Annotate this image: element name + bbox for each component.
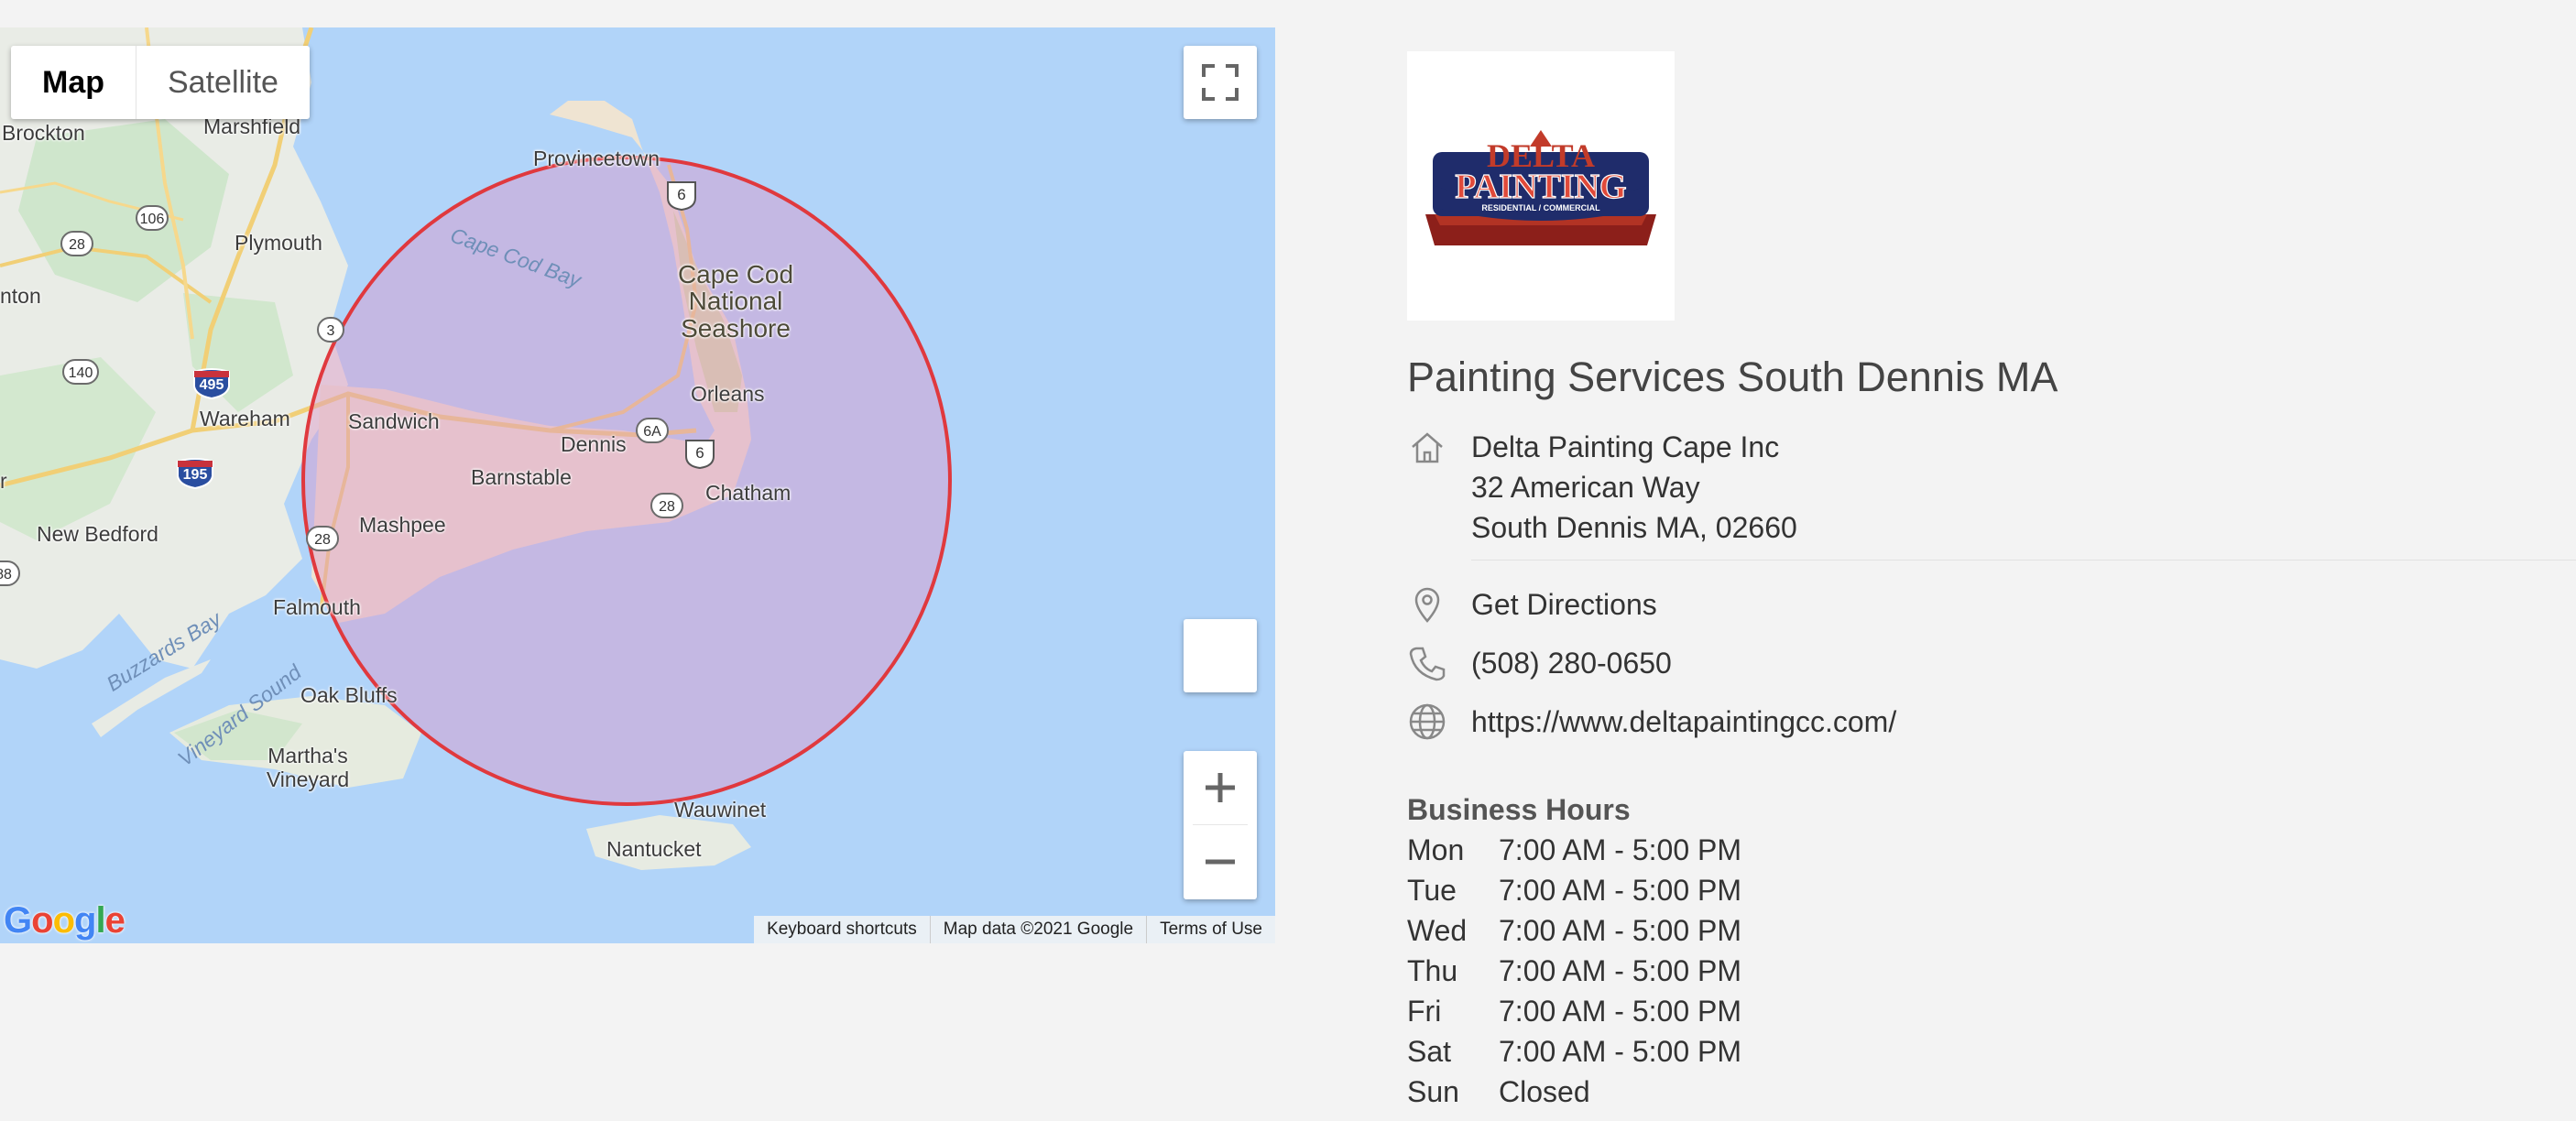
business-hours-title: Business Hours: [1407, 793, 1631, 826]
map-label-marthas-vineyard: Martha's Vineyard: [266, 744, 350, 792]
keyboard-shortcuts-link[interactable]: Keyboard shortcuts: [754, 916, 930, 943]
map-label-sandwich: Sandwich: [348, 409, 440, 433]
phone-link[interactable]: (508) 280-0650: [1471, 643, 1672, 683]
hours-time: 7:00 AM - 5:00 PM: [1499, 995, 1742, 1028]
map-type-map-button[interactable]: Map: [11, 46, 136, 119]
hours-day: Sat: [1407, 1035, 1452, 1068]
address-street: 32 American Way: [1471, 471, 1700, 504]
map-label-plymouth: Plymouth: [235, 231, 322, 255]
map-label-nantucket: Nantucket: [606, 837, 702, 861]
page-title: Painting Services South Dennis MA: [1407, 354, 2058, 400]
get-directions-link[interactable]: Get Directions: [1471, 584, 1657, 625]
hours-row: Tue 7:00 AM - 5:00 PM: [1407, 870, 1741, 910]
address-city: South Dennis MA, 02660: [1471, 511, 1797, 544]
fullscreen-button[interactable]: [1184, 46, 1257, 119]
hours-time: Closed: [1499, 1075, 1590, 1108]
map-label-wauwinet: Wauwinet: [674, 798, 767, 822]
route-shield-140: 140: [62, 359, 99, 385]
map-label-brockton: Brockton: [2, 121, 85, 145]
map-label-cape-cod-national-seashore: Cape Cod National Seashore: [677, 260, 794, 343]
map-label-r: r: [0, 469, 7, 493]
route-shield-3: 3: [317, 317, 344, 343]
hours-day: Wed: [1407, 914, 1468, 947]
map-label-barnstable: Barnstable: [471, 465, 572, 489]
hours-row: Fri 7:00 AM - 5:00 PM: [1407, 991, 1741, 1031]
hours-row: Sat 7:00 AM - 5:00 PM: [1407, 1031, 1741, 1072]
map-label-provincetown: Provincetown: [533, 147, 660, 170]
hours-time: 7:00 AM - 5:00 PM: [1499, 833, 1742, 866]
map-view[interactable]: Brockton Marshfield Provincetown Plymout…: [0, 27, 1275, 943]
route-shield-28: 28: [60, 231, 93, 256]
hours-time: 7:00 AM - 5:00 PM: [1499, 914, 1742, 947]
plus-icon: [1206, 773, 1235, 802]
street-view-control[interactable]: [1184, 619, 1257, 692]
hours-time: 7:00 AM - 5:00 PM: [1499, 1035, 1742, 1068]
interstate-shield-495: 495: [192, 368, 231, 399]
website-row[interactable]: https://www.deltapaintingcc.com/: [1407, 702, 1896, 742]
map-type-satellite-button[interactable]: Satellite: [136, 46, 310, 119]
map-data-text: Map data ©2021 Google: [929, 916, 1146, 943]
globe-icon: [1409, 703, 1446, 740]
phone-row[interactable]: (508) 280-0650: [1407, 643, 1672, 683]
map-label-new-bedford: New Bedford: [37, 522, 158, 546]
route-shield-28-b: 28: [650, 493, 683, 518]
zoom-in-button[interactable]: [1184, 751, 1257, 824]
hours-row: Sun Closed: [1407, 1072, 1741, 1112]
us-route-shield-6-b: 6: [683, 438, 716, 469]
svg-text:RESIDENTIAL / COMMERCIAL: RESIDENTIAL / COMMERCIAL: [1481, 203, 1600, 212]
hours-day: Fri: [1407, 995, 1442, 1028]
map-attribution: Keyboard shortcuts Map data ©2021 Google…: [754, 916, 1275, 943]
address-row: Delta Painting Cape Inc 32 American Way …: [1407, 427, 1797, 548]
hours-row: Wed 7:00 AM - 5:00 PM: [1407, 910, 1741, 951]
directions-row[interactable]: Get Directions: [1407, 584, 1657, 625]
us-route-shield-6: 6: [665, 180, 698, 211]
location-pin-icon: [1414, 587, 1440, 623]
map-label-marshfield: Marshfield: [203, 114, 301, 138]
map-label-nton: nton: [0, 284, 41, 308]
route-shield-28-c: 28: [306, 526, 339, 551]
map-label-orleans: Orleans: [691, 382, 765, 406]
hours-row: Mon 7:00 AM - 5:00 PM: [1407, 830, 1741, 870]
business-logo: DELTA PAINTING RESIDENTIAL / COMMERCIAL: [1407, 51, 1675, 321]
business-name: Delta Painting Cape Inc: [1471, 430, 1780, 463]
route-shield-6a: 6A: [636, 418, 669, 443]
business-info-panel: DELTA PAINTING RESIDENTIAL / COMMERCIAL …: [1407, 51, 2576, 1108]
map-label-wareham: Wareham: [200, 407, 290, 430]
minus-icon: [1206, 859, 1235, 865]
hours-day: Thu: [1407, 954, 1458, 987]
route-shield-106: 106: [136, 205, 169, 231]
svg-text:PAINTING: PAINTING: [1455, 168, 1626, 206]
map-label-oak-bluffs: Oak Bluffs: [300, 683, 398, 707]
map-label-falmouth: Falmouth: [273, 595, 361, 619]
google-logo[interactable]: Google: [4, 900, 126, 941]
hours-time: 7:00 AM - 5:00 PM: [1499, 954, 1742, 987]
map-type-control: Map Satellite: [11, 46, 310, 119]
hours-day: Sun: [1407, 1075, 1459, 1108]
hours-day: Tue: [1407, 874, 1457, 907]
website-link[interactable]: https://www.deltapaintingcc.com/: [1471, 702, 1896, 742]
hours-day: Mon: [1407, 833, 1465, 866]
map-label-chatham: Chatham: [705, 481, 791, 505]
zoom-control: [1184, 751, 1257, 899]
map-label-dennis: Dennis: [561, 432, 627, 456]
interstate-shield-195: 195: [176, 458, 214, 489]
hours-time: 7:00 AM - 5:00 PM: [1499, 874, 1742, 907]
business-hours-table: Mon 7:00 AM - 5:00 PM Tue 7:00 AM - 5:00 P…: [1407, 830, 1741, 1112]
phone-icon: [1409, 647, 1446, 681]
fullscreen-icon: [1202, 64, 1239, 101]
hours-row: Thu 7:00 AM - 5:00 PM: [1407, 951, 1741, 991]
terms-of-use-link[interactable]: Terms of Use: [1146, 916, 1275, 943]
zoom-out-button[interactable]: [1184, 825, 1257, 898]
home-icon: [1412, 432, 1443, 463]
map-label-mashpee: Mashpee: [359, 513, 446, 537]
